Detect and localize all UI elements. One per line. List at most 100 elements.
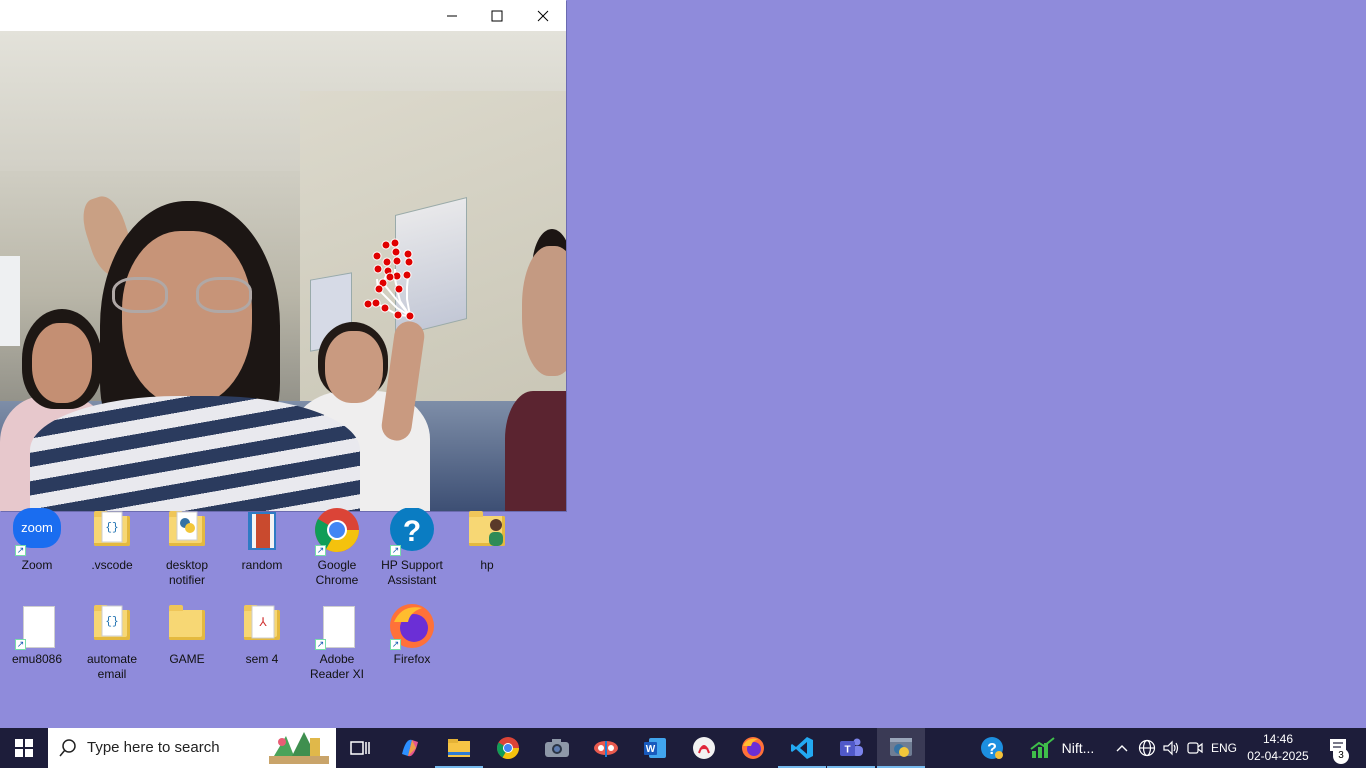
show-hidden-icons-button[interactable] [1111, 728, 1133, 768]
taskbar: Type here to search W T ? Nift... ENG 14… [0, 728, 1366, 768]
desktop-icon-automate-email[interactable]: {} automate email [76, 602, 148, 682]
minimize-button[interactable] [429, 0, 475, 31]
taskbar-snipping-tool[interactable] [582, 728, 630, 768]
desktop-icon-sem4[interactable]: ⅄ sem 4 [226, 602, 298, 667]
folder-icon: {} [88, 602, 136, 650]
desktop-icon-label: .vscode [91, 558, 133, 572]
user-folder-icon [463, 508, 511, 556]
desktop-icon-random[interactable]: random [226, 508, 298, 573]
desktop-icon-label: automate email [86, 652, 138, 681]
svg-text:?: ? [403, 515, 421, 548]
desktop-icon-adobe-reader[interactable]: ↗ Adobe Reader XI [301, 602, 373, 682]
desktop-icon-hp-support[interactable]: ? ↗ HP Support Assistant [376, 507, 448, 588]
desktop-icon-label: Google Chrome [315, 558, 359, 587]
desktop-icon-label: desktop notifier [165, 558, 209, 587]
language-label: ENG [1210, 741, 1237, 755]
language-indicator[interactable]: ENG [1208, 728, 1240, 768]
folder-icon: {} [88, 508, 136, 556]
clock-date: 02-04-2025 [1247, 749, 1309, 763]
desktop-icon-label: random [241, 558, 283, 572]
taskbar-copilot[interactable] [386, 728, 434, 768]
taskbar-teams[interactable]: T [827, 728, 875, 768]
meet-now-button[interactable] [1184, 728, 1206, 768]
task-view-button[interactable] [336, 728, 384, 768]
desktop-icon-emu8086[interactable]: ↗ emu8086 [1, 602, 73, 667]
taskbar-file-explorer[interactable] [435, 728, 483, 768]
search-highlight-illustration [269, 732, 329, 764]
taskbar-python[interactable] [877, 728, 925, 768]
zoom-icon: zoom ↗ [13, 508, 61, 556]
task-view-icon [350, 741, 370, 755]
copilot-icon [402, 739, 418, 757]
globe-icon [1138, 739, 1156, 757]
chevron-up-icon [1116, 745, 1128, 752]
nifty-label: Nift... [1061, 740, 1095, 756]
blank-file-icon: ↗ [13, 602, 61, 650]
folder-icon [163, 602, 211, 650]
firefox-icon: ↗ [388, 602, 436, 650]
desktop-icon-label: emu8086 [11, 652, 63, 666]
window-titlebar[interactable] [0, 0, 566, 31]
desktop-icon-google-chrome[interactable]: ↗ Google Chrome [301, 508, 373, 588]
desktop-icon-zoom[interactable]: zoom ↗ Zoom [1, 508, 73, 573]
hp-support-tray-button[interactable]: ? [975, 728, 1009, 768]
notification-count-badge: 3 [1333, 748, 1349, 764]
taskbar-camera[interactable] [533, 728, 581, 768]
python-folder-icon [163, 508, 211, 556]
search-input[interactable]: Type here to search [48, 728, 336, 768]
windows-icon [15, 739, 33, 757]
search-placeholder: Type here to search [87, 739, 220, 756]
maximize-icon [491, 10, 503, 21]
hp-support-icon: ? ↗ [388, 507, 436, 556]
taskbar-word[interactable]: W [631, 728, 679, 768]
python-window-icon [890, 738, 912, 757]
acrobat-icon [693, 737, 715, 759]
desktop-icon-vscode[interactable]: {} .vscode [76, 508, 148, 573]
snipping-tool-icon [594, 741, 618, 757]
svg-text:zoom: zoom [21, 520, 53, 535]
clock-time: 14:46 [1262, 732, 1294, 746]
svg-text:{}: {} [105, 616, 118, 628]
speaker-icon [1163, 740, 1179, 756]
chrome-icon [497, 737, 519, 759]
svg-text:{}: {} [105, 522, 118, 534]
nifty-widget[interactable]: Nift... [1022, 728, 1102, 768]
stock-chart-icon [1030, 737, 1055, 758]
desktop-icon-label: HP Support Assistant [381, 558, 443, 587]
desktop-icon-label: Adobe Reader XI [309, 652, 365, 681]
clock[interactable]: 14:46 02-04-2025 [1240, 731, 1316, 765]
taskbar-chrome[interactable] [484, 728, 532, 768]
chrome-icon: ↗ [313, 508, 361, 556]
volume-button[interactable] [1160, 728, 1182, 768]
start-button[interactable] [0, 728, 48, 768]
webcam-feed [0, 31, 566, 511]
svg-text:W: W [646, 744, 656, 755]
pdf-icon: ⅄ [238, 602, 286, 650]
maximize-button[interactable] [474, 0, 520, 31]
desktop-icon-game[interactable]: GAME [151, 602, 223, 667]
network-button[interactable] [1136, 728, 1158, 768]
svg-text:T: T [844, 745, 850, 756]
minimize-icon [447, 15, 457, 16]
desktop-icon-label: Firefox [393, 652, 431, 666]
firefox-icon [742, 737, 764, 759]
file-explorer-icon [448, 739, 470, 757]
desktop-icon-label: Zoom [21, 558, 53, 572]
video-call-icon [1187, 742, 1203, 754]
hp-support-icon: ? [981, 737, 1003, 759]
teams-icon: T [840, 738, 863, 756]
close-icon [537, 10, 549, 21]
desktop-icon-label: sem 4 [245, 652, 279, 666]
taskbar-acrobat[interactable] [680, 728, 728, 768]
camera-window[interactable] [0, 0, 566, 511]
close-button[interactable] [520, 0, 566, 31]
taskbar-vscode[interactable] [778, 728, 826, 768]
blank-file-icon: ↗ [313, 602, 361, 650]
word-icon: W [644, 738, 666, 758]
hand-landmarks-overlay [363, 238, 415, 321]
taskbar-firefox[interactable] [729, 728, 777, 768]
desktop-icon-hp[interactable]: hp [451, 508, 523, 573]
desktop-icon-desktop-notifier[interactable]: desktop notifier [151, 508, 223, 588]
desktop-icon-firefox[interactable]: ↗ Firefox [376, 602, 448, 667]
search-icon [59, 739, 76, 757]
